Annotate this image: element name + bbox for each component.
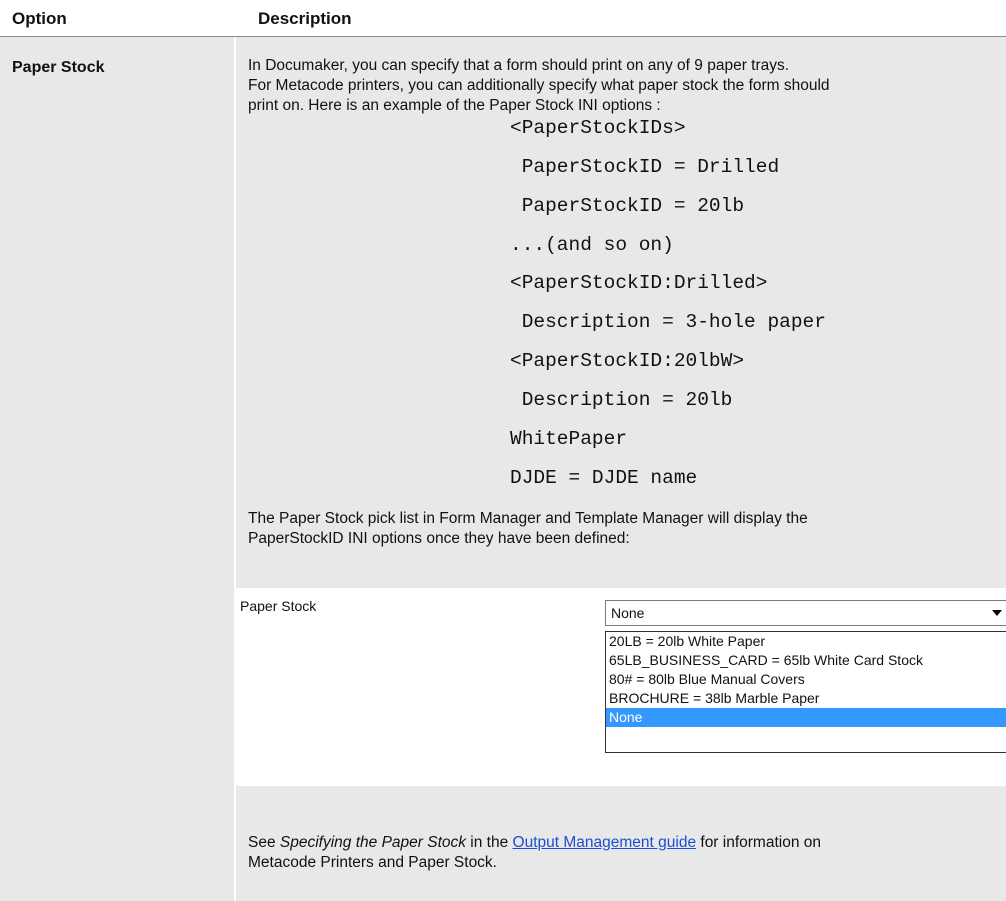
output-management-guide-link[interactable]: Output Management guide bbox=[513, 834, 697, 851]
option-cell bbox=[0, 37, 234, 901]
code-line: WhitePaper bbox=[510, 428, 628, 450]
code-line: DJDE = DJDE name bbox=[510, 467, 698, 489]
pick-list-line: PaperStockID INI options once they have … bbox=[248, 530, 630, 547]
intro-line: For Metacode printers, you can additiona… bbox=[248, 77, 830, 94]
dropdown-option[interactable]: 20LB = 20lb White Paper bbox=[606, 632, 1006, 651]
table-header: Option Description bbox=[0, 0, 1006, 36]
code-line: <PaperStockID:Drilled> bbox=[510, 272, 768, 294]
column-header-description: Description bbox=[258, 9, 352, 28]
dropdown-options-list[interactable]: 20LB = 20lb White Paper 65LB_BUSINESS_CA… bbox=[605, 631, 1006, 753]
dropdown-arrow-icon[interactable] bbox=[992, 610, 1002, 616]
paper-stock-dropdown[interactable]: None bbox=[605, 600, 1006, 626]
see-prefix: See bbox=[248, 834, 280, 851]
dropdown-option[interactable]: 65LB_BUSINESS_CARD = 65lb White Card Sto… bbox=[606, 651, 1006, 670]
pick-list-line: The Paper Stock pick list in Form Manage… bbox=[248, 510, 808, 527]
column-header-option: Option bbox=[12, 9, 67, 28]
dropdown-selected-value: None bbox=[611, 605, 645, 621]
code-line: ...(and so on) bbox=[510, 234, 674, 256]
paper-stock-field-label: Paper Stock bbox=[240, 598, 317, 614]
code-line: PaperStockID = 20lb bbox=[510, 195, 745, 217]
see-middle: in the bbox=[466, 834, 513, 851]
see-also-paragraph: See Specifying the Paper Stock in the Ou… bbox=[248, 833, 998, 873]
option-name: Paper Stock bbox=[12, 59, 105, 76]
dropdown-option[interactable]: BROCHURE = 38lb Marble Paper bbox=[606, 689, 1006, 708]
code-line: <PaperStockID:20lbW> bbox=[510, 350, 745, 372]
code-line: PaperStockID = Drilled bbox=[510, 156, 780, 178]
pick-list-paragraph: The Paper Stock pick list in Form Manage… bbox=[248, 509, 998, 549]
dropdown-option[interactable]: 80# = 80lb Blue Manual Covers bbox=[606, 670, 1006, 689]
intro-line: In Documaker, you can specify that a for… bbox=[248, 57, 790, 74]
code-line: Description = 3-hole paper bbox=[510, 311, 826, 333]
see-also-line: See Specifying the Paper Stock in the Ou… bbox=[248, 833, 998, 853]
intro-paragraph: In Documaker, you can specify that a for… bbox=[248, 56, 998, 116]
code-line: Description = 20lb bbox=[510, 389, 733, 411]
see-also-line: Metacode Printers and Paper Stock. bbox=[248, 854, 497, 871]
code-line: <PaperStockIDs> bbox=[510, 117, 686, 139]
see-suffix: for information on bbox=[696, 834, 822, 851]
dropdown-option-highlighted[interactable]: None bbox=[606, 708, 1006, 727]
see-italic-title: Specifying the Paper Stock bbox=[279, 834, 466, 851]
